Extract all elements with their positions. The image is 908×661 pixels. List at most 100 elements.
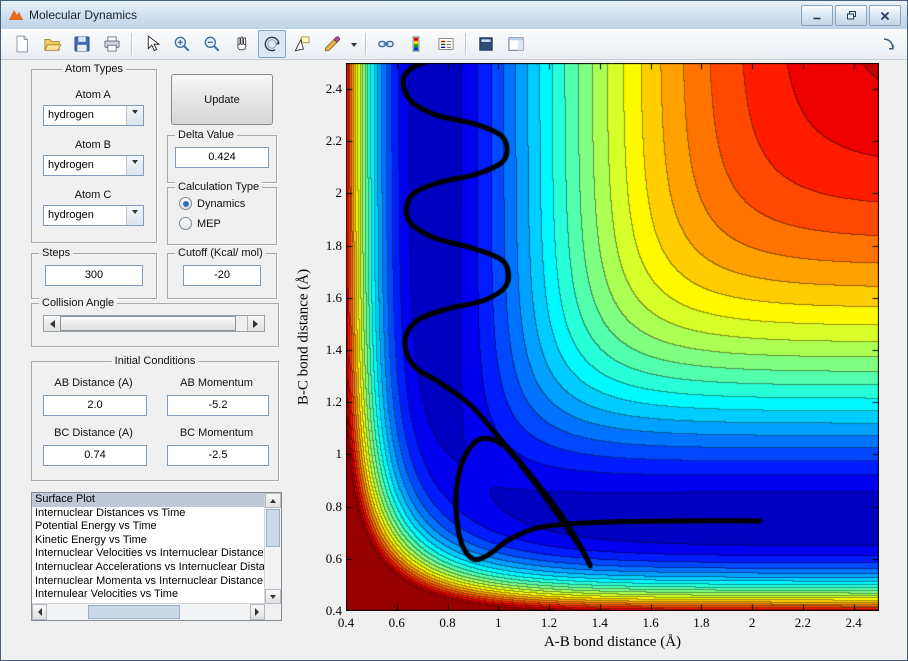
new-figure-icon[interactable]	[8, 30, 36, 58]
bc-momentum-label: BC Momentum	[156, 427, 277, 439]
atom-b-label: Atom B	[31, 139, 155, 151]
list-item[interactable]: Internuclear Momenta vs Internuclear Dis…	[32, 575, 265, 589]
vertical-scroll-thumb[interactable]	[266, 509, 280, 547]
show-plot-tools-icon[interactable]	[502, 30, 530, 58]
x-tick-label: 1.8	[679, 615, 723, 631]
brush-data-dropdown-caret[interactable]	[347, 30, 361, 58]
edit-plot-arrow-icon[interactable]	[138, 30, 166, 58]
bc-distance-label: BC Distance (A)	[31, 427, 156, 439]
x-axis-label: A-B bond distance (Å)	[346, 634, 879, 651]
update-button[interactable]: Update	[171, 74, 273, 125]
link-plot-icon[interactable]	[372, 30, 400, 58]
x-tick-label: 1	[476, 615, 520, 631]
list-item[interactable]: Potential Energy vs Time	[32, 520, 265, 534]
potential-energy-surface-plot[interactable]	[346, 63, 879, 611]
atom-types-title: Atom Types	[62, 63, 126, 76]
zoom-in-icon[interactable]	[168, 30, 196, 58]
minimize-icon	[812, 11, 822, 21]
horizontal-scroll-thumb[interactable]	[88, 605, 180, 619]
insert-legend-icon[interactable]	[432, 30, 460, 58]
x-tick-label: 1.4	[578, 615, 622, 631]
atom-b-select[interactable]: hydrogen	[43, 155, 144, 176]
y-tick-label: 1.6	[300, 290, 342, 306]
list-item[interactable]: Internulear Velocities vs Time	[32, 588, 265, 602]
atom-c-dropdown-button[interactable]	[126, 206, 143, 225]
atom-a-value: hydrogen	[48, 106, 94, 125]
close-button[interactable]	[869, 5, 901, 26]
insert-colorbar-icon[interactable]	[402, 30, 430, 58]
atom-b-dropdown-button[interactable]	[126, 156, 143, 175]
print-figure-icon[interactable]	[98, 30, 126, 58]
calculation-type-title: Calculation Type	[175, 181, 262, 194]
y-tick-label: 0.6	[300, 551, 342, 567]
delta-value-input[interactable]: 0.424	[175, 147, 269, 168]
steps-input[interactable]: 300	[45, 265, 143, 286]
rotate-3d-icon[interactable]	[258, 30, 286, 58]
list-item[interactable]: Kinetic Energy vs Time	[32, 534, 265, 548]
scroll-left-button[interactable]	[32, 604, 47, 620]
plot-type-listbox[interactable]: Surface PlotInternuclear Distances vs Ti…	[31, 492, 282, 621]
hide-plot-tools-icon[interactable]	[472, 30, 500, 58]
dock-figure-icon[interactable]	[875, 31, 903, 59]
scroll-down-button[interactable]	[265, 589, 281, 604]
scroll-right-button[interactable]	[250, 604, 265, 620]
steps-title: Steps	[39, 247, 73, 260]
brush-data-icon[interactable]	[318, 30, 346, 58]
listbox-vertical-scrollbar[interactable]	[264, 493, 281, 604]
list-item[interactable]: Internuclear Velocities vs Internuclear …	[32, 547, 265, 561]
zoom-out-icon[interactable]	[198, 30, 226, 58]
ab-distance-input[interactable]: 2.0	[43, 395, 147, 416]
save-figure-icon[interactable]	[68, 30, 96, 58]
window-controls	[801, 5, 901, 26]
y-tick-label: 2.2	[300, 133, 342, 149]
cutoff-input[interactable]: -20	[183, 265, 261, 286]
collision-angle-slider[interactable]	[43, 315, 265, 332]
figure-window: Molecular Dynamics Atom Types Atom A hyd…	[0, 0, 908, 661]
atom-a-label: Atom A	[31, 89, 155, 101]
calculation-type-panel: Calculation Type	[167, 187, 277, 245]
slider-right-arrow[interactable]	[247, 316, 264, 331]
y-tick-label: 1.4	[300, 342, 342, 358]
bc-distance-input[interactable]: 0.74	[43, 445, 147, 466]
bc-momentum-input[interactable]: -2.5	[167, 445, 269, 466]
pan-hand-icon[interactable]	[228, 30, 256, 58]
atom-b-value: hydrogen	[48, 156, 94, 175]
atom-c-select[interactable]: hydrogen	[43, 205, 144, 226]
x-tick-label: 2	[730, 615, 774, 631]
open-file-icon[interactable]	[38, 30, 66, 58]
y-tick-label: 2.4	[300, 81, 342, 97]
ab-momentum-input[interactable]: -5.2	[167, 395, 269, 416]
radio-dynamics[interactable]: Dynamics	[179, 197, 245, 210]
title-bar[interactable]: Molecular Dynamics	[1, 1, 907, 30]
y-tick-label: 1.2	[300, 394, 342, 410]
y-tick-label: 0.8	[300, 499, 342, 515]
atom-a-select[interactable]: hydrogen	[43, 105, 144, 126]
app-logo-icon	[8, 7, 24, 23]
atom-c-value: hydrogen	[48, 206, 94, 225]
close-icon	[880, 11, 890, 21]
radio-mep-circle[interactable]	[179, 217, 192, 230]
x-tick-label: 2.2	[781, 615, 825, 631]
list-item[interactable]: Internuclear Distances vs Time	[32, 507, 265, 521]
list-item[interactable]: Internuclear Accelerations vs Internucle…	[32, 561, 265, 575]
figure-toolbar	[1, 29, 907, 60]
initial-conditions-title: Initial Conditions	[112, 355, 199, 368]
slider-thumb[interactable]	[60, 316, 236, 331]
scroll-up-button[interactable]	[265, 493, 281, 508]
list-item[interactable]: Surface Plot	[32, 493, 265, 507]
toolbar-separator	[465, 33, 467, 55]
radio-dynamics-circle[interactable]	[179, 197, 192, 210]
minimize-button[interactable]	[801, 5, 833, 26]
y-tick-label: 0.4	[300, 603, 342, 619]
ab-distance-label: AB Distance (A)	[31, 377, 156, 389]
x-tick-label: 0.8	[426, 615, 470, 631]
cutoff-title: Cutoff (Kcal/ mol)	[175, 247, 266, 260]
radio-dynamics-label: Dynamics	[197, 198, 245, 210]
restore-button[interactable]	[835, 5, 867, 26]
radio-mep[interactable]: MEP	[179, 217, 221, 230]
slider-left-arrow[interactable]	[44, 316, 61, 331]
toolbar-separator	[365, 33, 367, 55]
data-cursor-icon[interactable]	[288, 30, 316, 58]
listbox-horizontal-scrollbar[interactable]	[32, 603, 265, 620]
atom-a-dropdown-button[interactable]	[126, 106, 143, 125]
